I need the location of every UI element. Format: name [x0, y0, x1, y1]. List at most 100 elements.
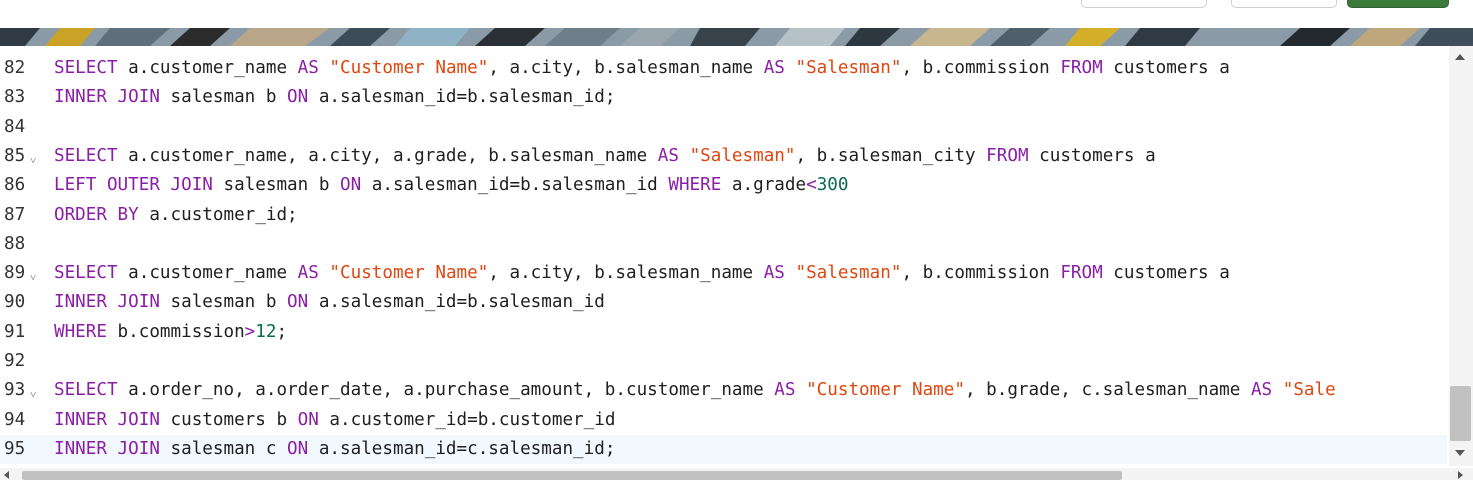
code-line[interactable]: 84 [0, 113, 1447, 142]
code-line[interactable]: 83 INNER JOIN salesman b ON a.salesman_id… [0, 83, 1447, 112]
code-text[interactable]: INNER JOIN customers b ON a.customer_id=… [54, 406, 615, 435]
code-text[interactable]: SELECT a.customer_name AS "Customer Name… [54, 259, 1230, 288]
code-text[interactable]: SELECT a.customer_name AS "Customer Name… [54, 54, 1230, 83]
code-line[interactable]: 93 ˅ SELECT a.order_no, a.order_date, a.pu… [0, 376, 1447, 405]
line-gutter: 95 [0, 435, 44, 464]
code-line[interactable]: 91 WHERE b.commission>12; [0, 318, 1447, 347]
code-token: a.customer_name [117, 263, 298, 284]
code-text[interactable]: ORDER BY a.customer_id; [54, 201, 298, 230]
line-number: 91 [4, 321, 26, 342]
code-token: AS [763, 58, 785, 78]
line-gutter: 93 ˅ [0, 376, 44, 405]
line-gutter: 86 [0, 171, 44, 200]
code-token: ON [340, 175, 362, 196]
line-number: 87 [4, 204, 26, 225]
code-token: ON [287, 292, 309, 313]
code-token: AS [763, 263, 785, 284]
line-number: 88 [4, 233, 26, 254]
line-number: 90 [4, 292, 26, 313]
code-token: AS [297, 263, 319, 284]
code-text[interactable]: INNER JOIN salesman b ON a.salesman_id=b… [54, 83, 615, 112]
code-token: SELECT [54, 145, 118, 166]
line-number: 92 [4, 351, 26, 371]
code-token: a.salesman_id=b.salesman_id [361, 175, 669, 196]
code-token: SELECT [54, 58, 118, 78]
code-token: "Customer Name" [329, 58, 489, 78]
code-line[interactable]: 87 ORDER BY a.customer_id; [0, 201, 1447, 230]
banner-pattern [0, 28, 1473, 46]
code-token: ORDER BY [54, 204, 139, 225]
line-number: 89 [4, 263, 26, 284]
code-line[interactable]: 95 INNER JOIN salesman c ON a.salesman_id… [0, 434, 1447, 464]
code-token: salesman c [159, 438, 288, 459]
scroll-right-icon[interactable] [1458, 471, 1463, 479]
code-line[interactable]: 88 [0, 230, 1447, 259]
code-text[interactable]: INNER JOIN salesman b ON a.salesman_id=b… [54, 288, 605, 317]
code-line[interactable]: 92 [0, 347, 1447, 376]
vertical-scroll-thumb[interactable] [1450, 386, 1471, 441]
code-text[interactable]: LEFT OUTER JOIN salesman b ON a.salesman… [54, 171, 848, 200]
horizontal-scrollbar[interactable] [0, 468, 1473, 480]
code-token: SELECT [54, 263, 118, 284]
line-gutter: 88 [0, 230, 44, 259]
code-token: INNER JOIN [54, 438, 160, 459]
code-text[interactable]: SELECT a.order_no, a.order_date, a.purch… [54, 376, 1336, 405]
run-button[interactable] [1347, 0, 1449, 8]
code-line[interactable]: 86 LEFT OUTER JOIN salesman b ON a.salesm… [0, 171, 1447, 200]
code-token: salesman b [159, 292, 288, 313]
decorative-banner [0, 28, 1473, 46]
code-token: a.salesman_id=b.salesman_id [308, 292, 605, 313]
code-token: "Sale [1282, 380, 1336, 401]
code-text[interactable]: INNER JOIN salesman c ON a.salesman_id=c… [54, 435, 615, 464]
code-token: "Salesman" [795, 263, 902, 284]
line-gutter: 94 [0, 406, 44, 435]
scroll-up-icon[interactable] [1455, 54, 1465, 60]
line-number: 94 [4, 409, 26, 430]
line-gutter: 92 [0, 347, 44, 376]
line-gutter: 83 [0, 83, 44, 112]
code-token: , b.grade, c.salesman_name [964, 380, 1251, 401]
code-token: a.salesman_id=b.salesman_id; [308, 87, 616, 108]
horizontal-scroll-thumb[interactable] [22, 471, 1122, 480]
code-token: INNER JOIN [54, 409, 160, 430]
scroll-down-icon[interactable] [1455, 450, 1465, 456]
code-text[interactable]: WHERE b.commission>12; [54, 318, 287, 347]
code-token: INNER JOIN [54, 292, 160, 313]
code-editor[interactable]: 82 SELECT a.customer_name AS "Customer Na… [0, 46, 1473, 480]
code-line[interactable]: 82 SELECT a.customer_name AS "Customer Na… [0, 54, 1447, 83]
code-token: INNER JOIN [54, 87, 160, 108]
line-number: 93 [4, 380, 26, 401]
code-token: 12 [255, 321, 277, 342]
line-number: 83 [4, 87, 26, 108]
code-token: a.grade [721, 175, 807, 196]
code-token: "Customer Name" [806, 380, 965, 401]
scroll-left-icon[interactable] [4, 471, 9, 479]
code-token: ON [287, 87, 309, 108]
line-number: 95 [4, 438, 26, 459]
code-line[interactable]: 94 INNER JOIN customers b ON a.customer_i… [0, 406, 1447, 435]
top-toolbar [0, 0, 1473, 28]
toolbar-button[interactable] [1081, 0, 1207, 8]
code-text[interactable]: SELECT a.customer_name, a.city, a.grade,… [54, 142, 1156, 171]
code-token: , a.city, b.salesman_name [488, 263, 764, 284]
code-token: a.customer_id=b.customer_id [318, 409, 616, 430]
line-gutter: 90 [0, 288, 44, 317]
code-token: "Customer Name" [329, 263, 489, 284]
code-line[interactable]: 85 ˅ SELECT a.customer_name, a.city, a.gra… [0, 142, 1447, 171]
code-line[interactable]: 90 INNER JOIN salesman b ON a.salesman_id… [0, 288, 1447, 317]
code-token: a.customer_id; [138, 204, 298, 225]
code-token: customers a [1028, 145, 1156, 166]
toolbar-button[interactable] [1231, 0, 1337, 8]
line-number: 82 [4, 58, 26, 78]
code-token: < [806, 175, 817, 196]
line-gutter: 87 [0, 201, 44, 230]
code-token: "Salesman" [795, 58, 902, 78]
code-line[interactable]: 89 ˅ SELECT a.customer_name AS "Customer N… [0, 259, 1447, 288]
vertical-scrollbar[interactable] [1449, 46, 1473, 466]
